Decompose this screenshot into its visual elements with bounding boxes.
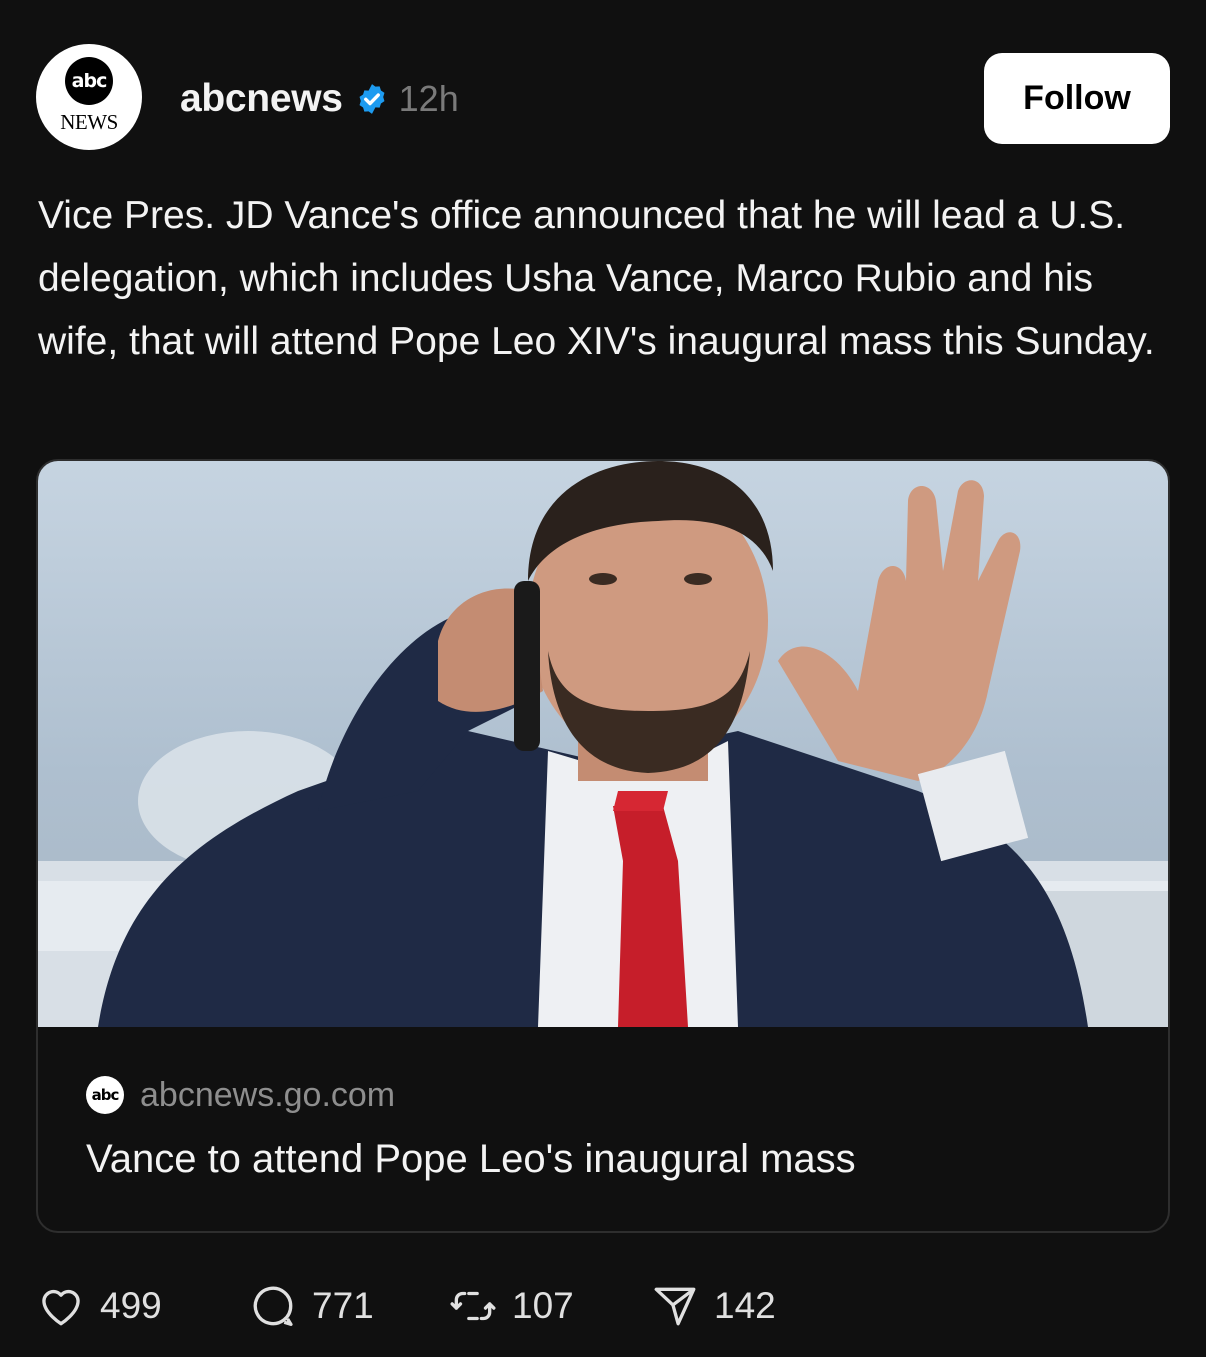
username[interactable]: abcnews [180, 77, 343, 121]
link-preview-card[interactable]: abc abcnews.go.com Vance to attend Pope … [36, 459, 1170, 1233]
repost-count: 107 [512, 1285, 574, 1326]
abc-source-icon: abc [86, 1076, 124, 1114]
post: abc NEWS abcnews 12h Follow Vice Pres. J… [0, 0, 1206, 1357]
news-wordmark: NEWS [60, 110, 118, 134]
timestamp: 12h [398, 78, 459, 119]
speech-bubble-icon [253, 1286, 293, 1326]
author-row: abcnews 12h [180, 74, 459, 124]
follow-button[interactable]: Follow [984, 53, 1170, 144]
repost-button[interactable]: 107 [448, 1278, 574, 1334]
post-text: Vice Pres. JD Vance's office announced t… [38, 194, 1155, 363]
link-source: abc abcnews.go.com [86, 1075, 395, 1115]
share-button[interactable]: 142 [650, 1278, 776, 1334]
link-preview-image [38, 461, 1168, 1027]
abc-logo-icon: abc [65, 57, 113, 105]
link-domain: abcnews.go.com [140, 1075, 396, 1114]
heart-icon [42, 1289, 80, 1326]
link-preview-footer: abc abcnews.go.com Vance to attend Pope … [38, 1027, 1168, 1231]
share-count: 142 [714, 1285, 776, 1326]
like-button[interactable]: 499 [36, 1278, 162, 1334]
link-title[interactable]: Vance to attend Pope Leo's inaugural mas… [86, 1137, 856, 1182]
paper-plane-icon [654, 1287, 696, 1326]
like-count: 499 [100, 1285, 162, 1326]
repost-icon [450, 1291, 496, 1321]
verified-badge-icon [355, 82, 389, 116]
reply-count: 771 [312, 1285, 374, 1326]
reply-button[interactable]: 771 [248, 1278, 374, 1334]
action-bar: 499 771 107 142 [36, 1278, 776, 1334]
avatar[interactable]: abc NEWS [36, 44, 142, 150]
